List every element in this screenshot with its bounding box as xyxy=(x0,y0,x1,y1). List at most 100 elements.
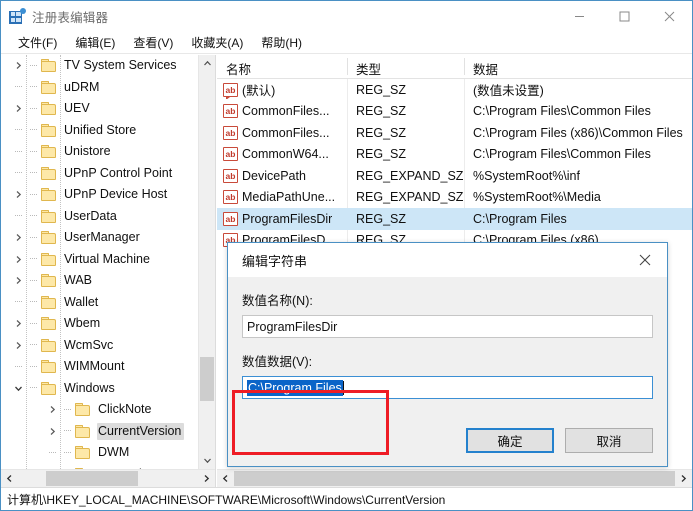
scroll-up-icon[interactable] xyxy=(199,55,216,72)
chevron-right-icon[interactable] xyxy=(11,270,26,292)
chevron-down-icon[interactable] xyxy=(11,378,26,400)
tree-item-wallet[interactable]: Wallet xyxy=(1,292,197,314)
value-name-cell: abCommonW64... xyxy=(217,147,347,161)
tree-item-wcmsvc[interactable]: WcmSvc xyxy=(1,335,197,357)
chevron-right-icon[interactable] xyxy=(11,98,26,120)
table-row[interactable]: abCommonW64...REG_SZC:\Program Files\Com… xyxy=(217,144,692,166)
registry-tree[interactable]: TV System Services uDRMUEVUnified StoreUn… xyxy=(1,55,197,469)
tree-item-currentversion[interactable]: CurrentVersion xyxy=(1,421,197,443)
tree-connector xyxy=(26,184,41,206)
annotation-highlight-box xyxy=(232,390,389,455)
tree-item-usermanager[interactable]: UserManager xyxy=(1,227,197,249)
value-name-input[interactable]: ProgramFilesDir xyxy=(242,315,653,338)
folder-icon xyxy=(41,274,57,287)
window-title: 注册表编辑器 xyxy=(32,7,108,26)
value-name-cell: ab(默认) xyxy=(217,80,347,99)
menu-item-favorites[interactable]: 收藏夹(A) xyxy=(182,32,252,54)
scroll-left-icon[interactable] xyxy=(1,470,18,487)
tree-item-tv-system-services[interactable]: TV System Services xyxy=(1,55,197,77)
list-header: 名称 类型 数据 xyxy=(217,55,692,79)
ok-button[interactable]: 确定 xyxy=(466,428,554,453)
tree-item-label: TV System Services xyxy=(63,57,180,74)
value-type-cell: REG_SZ xyxy=(347,212,464,226)
tree-item-label: WcmSvc xyxy=(63,337,116,354)
close-icon[interactable] xyxy=(647,1,692,32)
tree-vertical-scrollbar[interactable] xyxy=(198,55,215,469)
tree-connector xyxy=(11,292,26,314)
cancel-button[interactable]: 取消 xyxy=(565,428,653,453)
value-type-cell: REG_EXPAND_SZ xyxy=(347,190,464,204)
scroll-right-icon[interactable] xyxy=(198,470,215,487)
table-row[interactable]: abProgramFilesDirREG_SZC:\Program Files xyxy=(217,208,692,230)
table-row[interactable]: ab(默认)REG_SZ(数值未设置) xyxy=(217,79,692,101)
string-value-icon: ab xyxy=(223,83,238,97)
tree-item-clicknote[interactable]: ClickNote xyxy=(1,399,197,421)
value-type-cell: REG_SZ xyxy=(347,126,464,140)
table-row[interactable]: abCommonFiles...REG_SZC:\Program Files\C… xyxy=(217,101,692,123)
menu-item-edit[interactable]: 编辑(E) xyxy=(66,32,124,54)
status-bar: 计算机\HKEY_LOCAL_MACHINE\SOFTWARE\Microsof… xyxy=(1,487,692,510)
value-data-input[interactable]: C:\Program Files xyxy=(242,376,653,399)
tree-item-unified-store[interactable]: Unified Store xyxy=(1,120,197,142)
tree-item-label: UserManager xyxy=(63,229,143,246)
tree-connector xyxy=(60,421,75,443)
tree-item-label: Wbem xyxy=(63,315,103,332)
list-hscroll-thumb[interactable] xyxy=(234,471,675,486)
chevron-right-icon[interactable] xyxy=(11,227,26,249)
tree-connector xyxy=(26,313,41,335)
column-header-data[interactable]: 数据 xyxy=(464,55,692,78)
tree-item-dwm[interactable]: DWM xyxy=(1,442,197,464)
registry-icon xyxy=(9,9,25,25)
list-scroll-right-icon[interactable] xyxy=(675,470,692,487)
tree-item-wimmount[interactable]: WIMMount xyxy=(1,356,197,378)
tree-hscroll-thumb[interactable] xyxy=(46,471,138,486)
tree-item-udrm[interactable]: uDRM xyxy=(1,77,197,99)
tree-item-userdata[interactable]: UserData xyxy=(1,206,197,228)
chevron-right-icon[interactable] xyxy=(11,184,26,206)
chevron-right-icon[interactable] xyxy=(11,313,26,335)
menu-item-view[interactable]: 查看(V) xyxy=(124,32,182,54)
tree-item-windows[interactable]: Windows xyxy=(1,378,197,400)
table-row[interactable]: abDevicePathREG_EXPAND_SZ%SystemRoot%\in… xyxy=(217,165,692,187)
folder-icon xyxy=(41,210,57,223)
tree-horizontal-scrollbar[interactable] xyxy=(1,469,215,487)
chevron-right-icon[interactable] xyxy=(11,55,26,77)
tree-scroll-thumb[interactable] xyxy=(200,357,214,401)
value-name-label: 数值名称(N): xyxy=(242,290,653,309)
dialog-close-icon[interactable] xyxy=(623,243,667,277)
tree-item-virtual-machine[interactable]: Virtual Machine xyxy=(1,249,197,271)
tree-item-label: UPnP Device Host xyxy=(63,186,170,203)
list-horizontal-scrollbar[interactable] xyxy=(217,469,692,487)
chevron-right-icon[interactable] xyxy=(11,335,26,357)
menu-item-help[interactable]: 帮助(H) xyxy=(252,32,311,54)
tree-item-uev[interactable]: UEV xyxy=(1,98,197,120)
folder-icon xyxy=(41,360,57,373)
column-header-name[interactable]: 名称 xyxy=(217,55,347,78)
value-name-cell: abDevicePath xyxy=(217,169,347,183)
list-scroll-left-icon[interactable] xyxy=(217,470,234,487)
table-row[interactable]: abMediaPathUne...REG_EXPAND_SZ%SystemRoo… xyxy=(217,187,692,209)
maximize-icon[interactable] xyxy=(602,1,647,32)
minimize-icon[interactable] xyxy=(557,1,602,32)
tree-item-upnp-control-point[interactable]: UPnP Control Point xyxy=(1,163,197,185)
tree-item-unistore[interactable]: Unistore xyxy=(1,141,197,163)
tree-connector xyxy=(26,356,41,378)
chevron-right-icon[interactable] xyxy=(45,399,60,421)
chevron-right-icon[interactable] xyxy=(11,249,26,271)
tree-connector xyxy=(11,141,26,163)
table-row[interactable]: abCommonFiles...REG_SZC:\Program Files (… xyxy=(217,122,692,144)
column-header-type[interactable]: 类型 xyxy=(347,55,464,78)
value-type-cell: REG_SZ xyxy=(347,104,464,118)
tree-connector xyxy=(26,163,41,185)
value-data-cell: C:\Program Files xyxy=(464,212,692,226)
value-type-cell: REG_SZ xyxy=(347,147,464,161)
tree-item-upnp-device-host[interactable]: UPnP Device Host xyxy=(1,184,197,206)
tree-item-wab[interactable]: WAB xyxy=(1,270,197,292)
folder-icon xyxy=(75,446,91,459)
tree-connector xyxy=(11,356,26,378)
folder-icon xyxy=(75,403,91,416)
chevron-right-icon[interactable] xyxy=(45,421,60,443)
menu-item-file[interactable]: 文件(F) xyxy=(9,32,66,54)
scroll-down-icon[interactable] xyxy=(199,452,216,469)
tree-item-wbem[interactable]: Wbem xyxy=(1,313,197,335)
